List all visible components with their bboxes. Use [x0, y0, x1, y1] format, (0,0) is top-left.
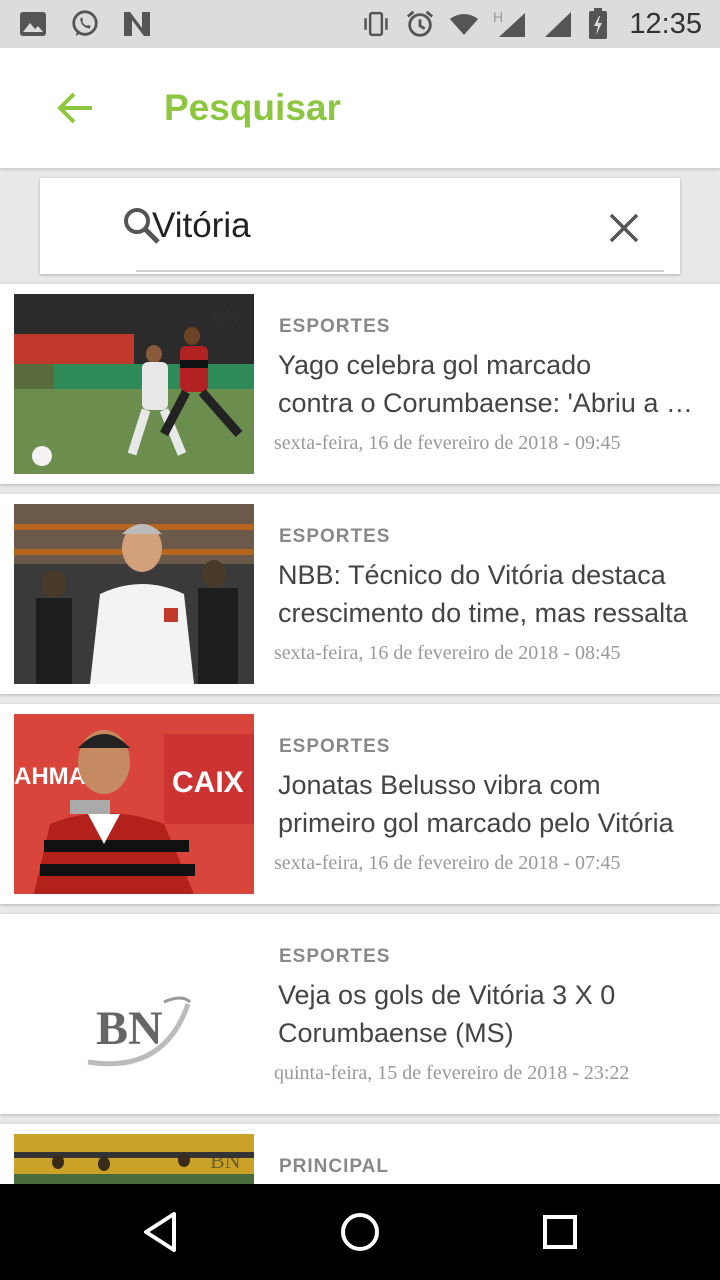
headline-line: primeiro gol marcado pelo Vitória: [278, 808, 674, 838]
result-headline[interactable]: NBB: Técnico do Vitória destaca crescime…: [278, 556, 698, 632]
nav-recents-button[interactable]: [530, 1202, 590, 1262]
circle-home-icon: [341, 1213, 379, 1251]
result-headline[interactable]: Veja os gols de Vitória 3 X 0 Corumbaens…: [278, 976, 698, 1052]
svg-text:BN: BN: [210, 304, 241, 329]
headline-line: Corumbaense (MS): [278, 1018, 514, 1048]
system-nav-bar: [0, 1184, 720, 1280]
whatsapp-icon: [70, 9, 100, 39]
result-category: ESPORTES: [279, 946, 391, 967]
wifi-icon: [449, 9, 479, 39]
headline-line: NBB: Técnico do Vitória destaca: [278, 560, 666, 590]
headline-line: contra o Corumbaense: 'Abriu a porteira': [278, 388, 698, 418]
news-app-icon: [122, 9, 152, 39]
search-input[interactable]: [152, 200, 552, 252]
nav-home-button[interactable]: [330, 1202, 390, 1262]
bn-logo-text: BN: [96, 1002, 163, 1055]
network-type-label: H: [493, 9, 503, 25]
clock: 12:35: [629, 7, 702, 40]
headline-line: Jonatas Belusso vibra com: [278, 770, 601, 800]
result-headline[interactable]: Jonatas Belusso vibra com primeiro gol m…: [278, 766, 698, 842]
result-date: sexta-feira, 16 de fevereiro de 2018 - 0…: [274, 852, 621, 874]
close-icon: [609, 213, 639, 243]
square-recents-icon: [543, 1215, 577, 1249]
result-card[interactable]: BN ESPORTES Veja os gols de Vitória 3 X …: [0, 914, 720, 1114]
nav-back-button[interactable]: [130, 1202, 190, 1262]
clear-search-button[interactable]: [600, 204, 648, 252]
result-date: sexta-feira, 16 de fevereiro de 2018 - 0…: [274, 432, 621, 454]
result-category: ESPORTES: [279, 736, 391, 757]
alarm-icon: [405, 9, 435, 39]
result-card[interactable]: ESPORTES NBB: Técnico do Vitória destaca…: [0, 494, 720, 694]
result-category: ESPORTES: [279, 526, 391, 547]
headline-line: Yago celebra gol marcado: [278, 350, 592, 380]
headline-line: Veja os gols de Vitória 3 X 0: [278, 980, 616, 1010]
signal-icon: [543, 9, 573, 39]
battery-icon: [587, 8, 609, 39]
page-title: Pesquisar: [164, 87, 341, 128]
result-date: sexta-feira, 16 de fevereiro de 2018 - 0…: [274, 642, 621, 664]
bn-logo: BN: [14, 924, 254, 1104]
search-box: [40, 178, 680, 274]
result-date: quinta-feira, 15 de fevereiro de 2018 - …: [274, 1062, 630, 1084]
signal-h-icon: H: [493, 9, 529, 39]
app-bar: Pesquisar: [0, 48, 720, 168]
triangle-back-icon: [144, 1212, 176, 1252]
arrow-left-icon: [57, 92, 92, 124]
result-category: ESPORTES: [279, 316, 391, 337]
result-card[interactable]: BN ESPORTES Yago celebra gol marcado con…: [0, 284, 720, 484]
result-headline[interactable]: Yago celebra gol marcado contra o Corumb…: [278, 346, 698, 422]
image-icon: [18, 9, 48, 39]
player-press-photo: CAIX AHMA: [14, 714, 254, 894]
headline-line: crescimento do time, mas ressalta: [278, 598, 688, 628]
back-button[interactable]: [44, 76, 108, 140]
svg-text:BN: BN: [210, 1148, 241, 1173]
svg-text:CAIX: CAIX: [172, 766, 244, 799]
search-underline: [136, 270, 664, 272]
status-bar: H 12:35: [0, 0, 720, 48]
coach-photo: [14, 504, 254, 684]
svg-text:AHMA: AHMA: [14, 763, 86, 790]
result-card[interactable]: CAIX AHMA ESPORTES Jonatas Belusso vibra…: [0, 704, 720, 904]
vibrate-icon: [361, 9, 391, 39]
soccer-match-photo: BN: [14, 294, 254, 474]
result-category: PRINCIPAL: [279, 1156, 389, 1177]
